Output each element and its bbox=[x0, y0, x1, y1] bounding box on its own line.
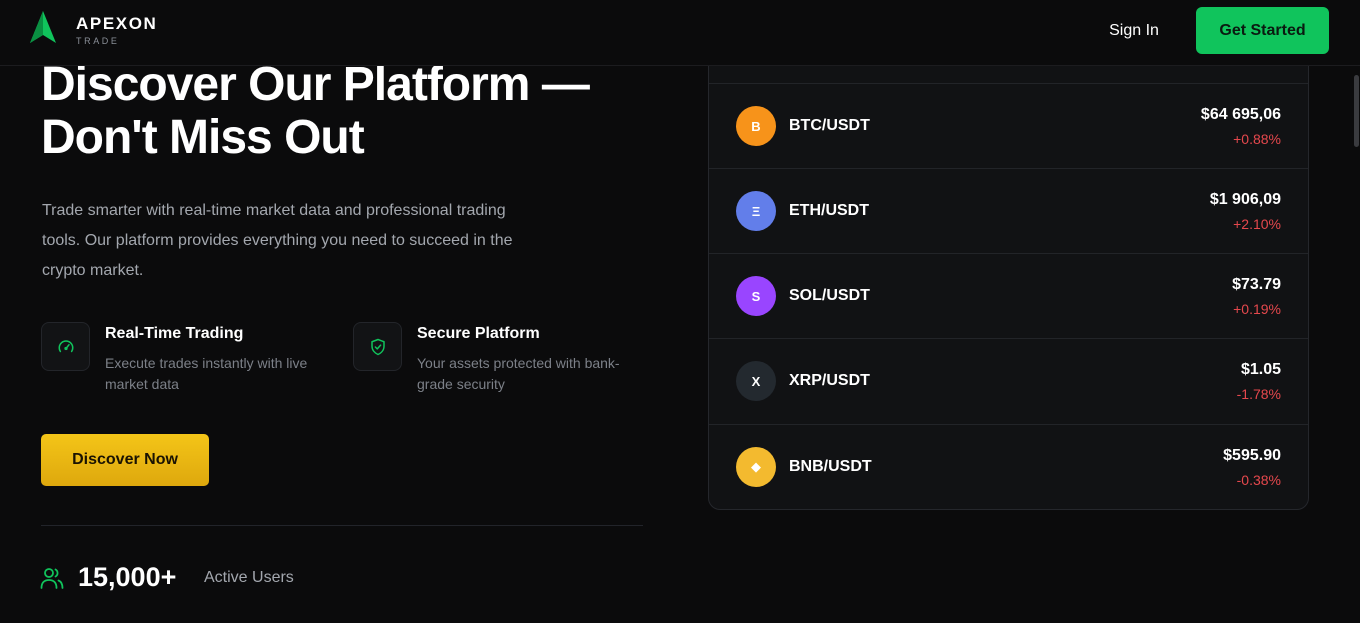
apexon-logo-icon[interactable] bbox=[30, 11, 56, 43]
market-pair: BTC/USDT bbox=[789, 117, 870, 134]
market-price: $1.05 bbox=[1240, 361, 1281, 378]
page: APEXON TRADE Sign In Get Started Discove… bbox=[0, 0, 1360, 623]
market-pair: BNB/USDT bbox=[789, 458, 872, 475]
scrollbar-track[interactable] bbox=[1352, 66, 1360, 623]
market-pair: ETH/USDT bbox=[789, 202, 869, 219]
feature-icon-box bbox=[41, 322, 90, 371]
users-icon bbox=[40, 568, 64, 589]
market-row-xrp[interactable]: X XRP/USDT $1.05 -1.78% bbox=[709, 338, 1308, 423]
feature-description: Execute trades instantly with live marke… bbox=[105, 355, 308, 392]
feature-title: Real-Time Trading bbox=[105, 325, 244, 342]
market-price: $73.79 bbox=[1232, 276, 1281, 293]
feature-icon-box bbox=[353, 322, 402, 371]
feature-real-time-trading: Real-Time Trading Execute trades instant… bbox=[41, 322, 331, 392]
btc-coin-icon: B bbox=[736, 106, 776, 146]
market-change: +2.10% bbox=[1233, 216, 1281, 232]
hero-title: Discover Our Platform — Don't Miss Out bbox=[41, 58, 590, 164]
market-change: +0.19% bbox=[1233, 301, 1281, 317]
feature-description: Your assets protected with bank-grade se… bbox=[417, 355, 620, 392]
active-users-count: 15,000+ bbox=[78, 562, 177, 592]
market-change: +0.88% bbox=[1233, 131, 1281, 147]
market-pair: XRP/USDT bbox=[789, 372, 870, 389]
shield-check-icon bbox=[370, 338, 385, 355]
market-pair: SOL/USDT bbox=[789, 287, 870, 304]
xrp-coin-icon: X bbox=[736, 361, 776, 401]
bnb-coin-icon: ◆ bbox=[736, 447, 776, 487]
market-row-bnb[interactable]: ◆ BNB/USDT $595.90 -0.38% bbox=[709, 424, 1308, 509]
speedometer-icon bbox=[58, 339, 73, 352]
get-started-button[interactable]: Get Started bbox=[1196, 7, 1329, 54]
brand-subtitle: TRADE bbox=[76, 36, 120, 46]
market-change: -0.38% bbox=[1236, 472, 1281, 488]
active-users-label: Active Users bbox=[204, 569, 294, 586]
hero-description: Trade smarter with real-time market data… bbox=[42, 202, 513, 279]
eth-coin-icon: Ξ bbox=[736, 191, 776, 231]
scrollbar-thumb[interactable] bbox=[1354, 75, 1359, 147]
market-price: $595.90 bbox=[1223, 447, 1281, 464]
feature-title: Secure Platform bbox=[417, 325, 540, 342]
market-row-btc[interactable]: B BTC/USDT $64 695,06 +0.88% bbox=[709, 83, 1308, 168]
market-row-sol[interactable]: S SOL/USDT $73.79 +0.19% bbox=[709, 253, 1308, 338]
divider bbox=[41, 525, 643, 526]
brand[interactable]: APEXON TRADE bbox=[76, 14, 157, 47]
market-price: $1 906,09 bbox=[1209, 191, 1281, 208]
brand-name: APEXON bbox=[76, 14, 158, 33]
sign-in-button[interactable]: Sign In bbox=[1096, 18, 1172, 44]
feature-secure-platform: Secure Platform Your assets protected wi… bbox=[353, 322, 643, 392]
hero-title-line-2: Don't Miss Out bbox=[41, 111, 365, 164]
sol-coin-icon: S bbox=[736, 276, 776, 316]
site-header: APEXON TRADE Sign In Get Started bbox=[0, 0, 1360, 66]
market-row-eth[interactable]: Ξ ETH/USDT $1 906,09 +2.10% bbox=[709, 168, 1308, 253]
market-change: -1.78% bbox=[1236, 386, 1281, 402]
market-price: $64 695,06 bbox=[1200, 106, 1281, 123]
market-list: B BTC/USDT $64 695,06 +0.88% Ξ ETH/USDT … bbox=[708, 30, 1309, 510]
discover-now-button[interactable]: Discover Now bbox=[41, 434, 209, 486]
